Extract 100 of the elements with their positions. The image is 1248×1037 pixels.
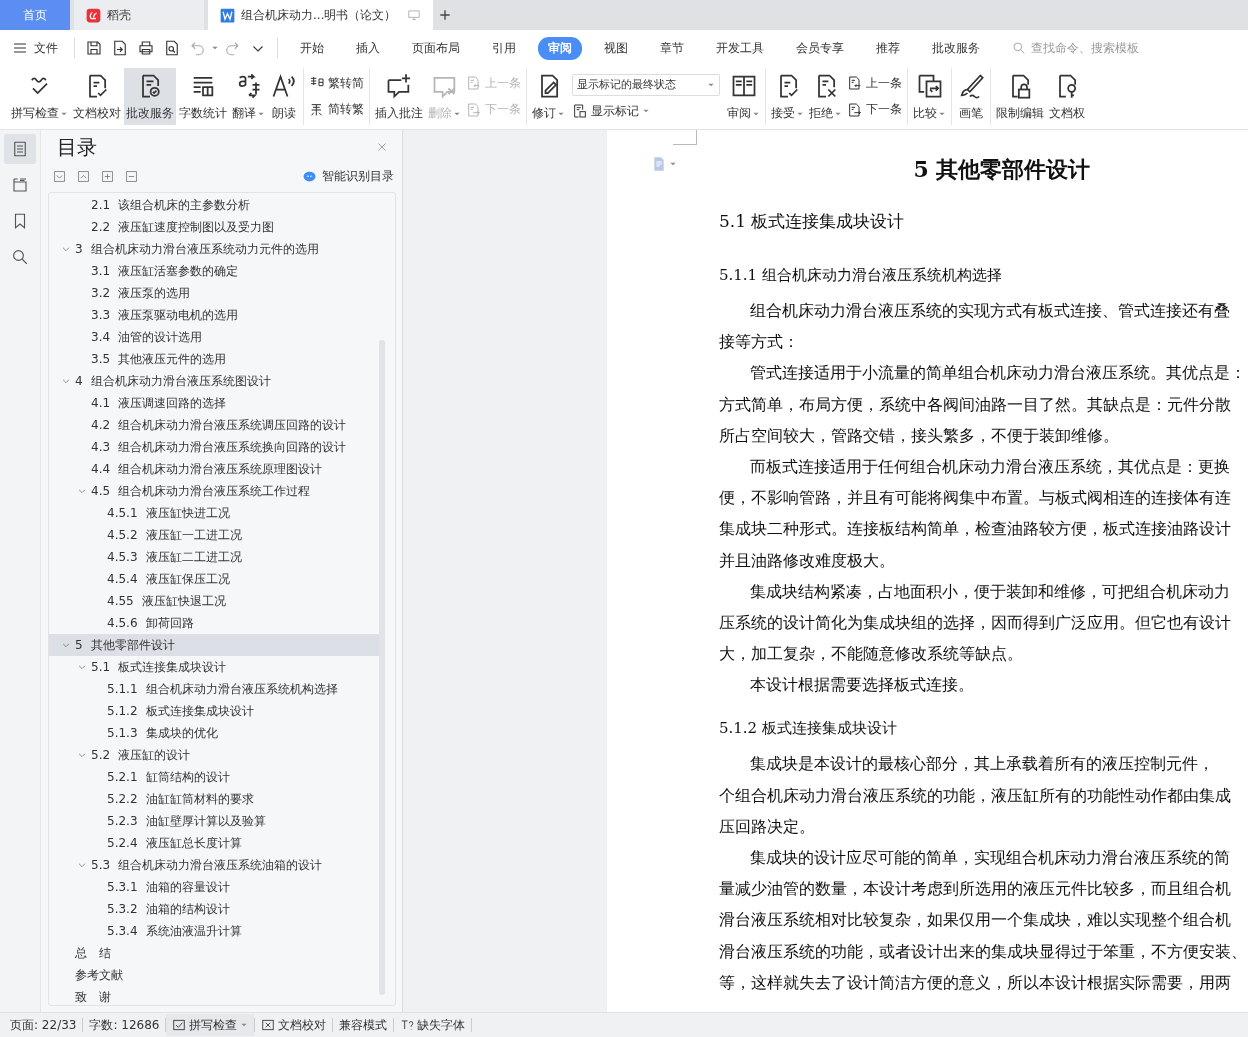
status-button[interactable]: 拼写检查 [166, 1014, 255, 1036]
toc-item[interactable]: 5 其他零部件设计 [49, 634, 379, 656]
toc-item[interactable]: 5.3 组合机床动力滑台液压系统油箱的设计 [49, 854, 379, 876]
ribbon-button[interactable]: 插入批注 [373, 68, 425, 125]
chevron-icon[interactable] [77, 486, 87, 496]
toc-item[interactable]: 5.1 板式连接集成块设计 [49, 656, 379, 678]
toc-item[interactable]: 5.2.3 油缸壁厚计算以及验算 [49, 810, 379, 832]
toc-item[interactable]: 4 组合机床动力滑台液压系统图设计 [49, 370, 379, 392]
chevron-icon[interactable] [61, 244, 71, 254]
chevron-icon[interactable] [77, 750, 87, 760]
toc-item[interactable]: 5.3.2 油箱的结构设计 [49, 898, 379, 920]
scrollbar-thumb[interactable] [379, 340, 385, 995]
redo-icon[interactable] [223, 39, 241, 57]
search-field[interactable]: 查找命令、搜索模板 [1012, 40, 1189, 56]
toc-item[interactable]: 4.2 组合机床动力滑台液压系统调压回路的设计 [49, 414, 379, 436]
expand-icon[interactable] [53, 169, 66, 183]
ribbon-button[interactable]: 朗读 [268, 68, 300, 125]
ribbon-button[interactable]: 显示标记 [572, 103, 720, 120]
toc-item[interactable]: 4.55 液压缸快退工况 [49, 590, 379, 612]
toc-item[interactable]: 4.5 组合机床动力滑台液压系统工作过程 [49, 480, 379, 502]
menu-tab[interactable]: 页面布局 [402, 36, 470, 60]
toc-item[interactable]: 致 谢 [49, 986, 379, 1005]
subsection-heading: 5.1.2 板式连接集成块设计 [719, 718, 898, 740]
chevron-icon[interactable] [77, 662, 87, 672]
toc-item[interactable]: 4.5.2 液压缸一工进工况 [49, 524, 379, 546]
menu-tab[interactable]: 会员专享 [786, 36, 854, 60]
toc-item[interactable]: 3.2 液压泵的选用 [49, 282, 379, 304]
ribbon-button[interactable]: 修订 [530, 68, 567, 125]
toc-item[interactable]: 2.2 液压缸速度控制图以及受力图 [49, 216, 379, 238]
print-preview-icon[interactable] [163, 39, 181, 57]
ribbon-button[interactable]: 字数统计 [177, 68, 229, 125]
menu-tab[interactable]: 推荐 [866, 36, 910, 60]
ribbon-button[interactable]: 画笔 [955, 68, 987, 125]
tab[interactable]: 稻壳 [74, 0, 204, 30]
ribbon-button[interactable]: 翻译 [230, 68, 267, 125]
status-button[interactable]: 缺失字体 [394, 1014, 472, 1036]
menu-tab[interactable]: 章节 [650, 36, 694, 60]
toc-item[interactable]: 5.1.1 组合机床动力滑台液压系统机构选择 [49, 678, 379, 700]
ribbon-button[interactable]: 上一条 [847, 75, 902, 92]
menu-tab[interactable]: 视图 [594, 36, 638, 60]
menu-tab[interactable]: 批改服务 [922, 36, 990, 60]
collapse-icon[interactable] [77, 169, 90, 183]
tab[interactable]: 组合机床动力...明书（论文） [208, 0, 433, 30]
file-menu[interactable]: 文件 [12, 39, 68, 57]
document-icon[interactable] [651, 156, 667, 172]
toc-item[interactable]: 4.5.6 卸荷回路 [49, 612, 379, 634]
toc-item[interactable]: 4.5.3 液压缸二工进工况 [49, 546, 379, 568]
toc-item[interactable]: 总 结 [49, 942, 379, 964]
chevron-icon[interactable] [61, 640, 71, 650]
toc-item[interactable]: 3.3 液压泵驱动电机的选用 [49, 304, 379, 326]
ribbon-button[interactable]: 比较 [911, 68, 948, 125]
toc-item[interactable]: 5.3.4 系统油液温升计算 [49, 920, 379, 942]
new-tab-icon[interactable] [437, 7, 453, 23]
chevron-icon[interactable] [61, 376, 71, 386]
minus-icon[interactable] [125, 169, 138, 183]
toc-item[interactable]: 5.2.2 油缸缸筒材料的要求 [49, 788, 379, 810]
plus-icon[interactable] [101, 169, 114, 183]
smart-toc-button[interactable]: 智能识别目录 [302, 167, 394, 185]
toc-item[interactable]: 4.3 组合机床动力滑台液压系统换向回路的设计 [49, 436, 379, 458]
menu-tab[interactable]: 开发工具 [706, 36, 774, 60]
toc-item[interactable]: 4.1 液压调速回路的选择 [49, 392, 379, 414]
dropdown[interactable]: 显示标记的最终状态 [572, 73, 720, 96]
ribbon-button[interactable]: 拒绝 [807, 68, 844, 125]
menu-tab[interactable]: 引用 [482, 36, 526, 60]
ribbon-button[interactable]: 下一条 [847, 101, 902, 118]
monitor-icon[interactable] [407, 8, 421, 22]
menu-tab[interactable]: 开始 [290, 36, 334, 60]
ribbon-button[interactable]: 简转繁 [309, 101, 364, 118]
toc-item[interactable]: 参考文献 [49, 964, 379, 986]
toc-item[interactable]: 3.4 油管的设计选用 [49, 326, 379, 348]
toc-item[interactable]: 3.5 其他液压元件的选用 [49, 348, 379, 370]
toc-item[interactable]: 4.5.4 液压缸保压工况 [49, 568, 379, 590]
ribbon-button[interactable]: 拼写检查 [9, 68, 70, 125]
toc-item[interactable]: 3 组合机床动力滑台液压系统动力元件的选用 [49, 238, 379, 260]
menu-tab[interactable]: 插入 [346, 36, 390, 60]
rail-button[interactable] [4, 134, 36, 164]
ribbon-button[interactable]: 接受 [769, 68, 806, 125]
toc-item[interactable]: 3.1 液压缸活塞参数的确定 [49, 260, 379, 282]
toc-item[interactable]: 5.2 液压缸的设计 [49, 744, 379, 766]
toc-item[interactable]: 5.1.3 集成块的优化 [49, 722, 379, 744]
toc-item[interactable]: 4.5.1 液压缸快进工况 [49, 502, 379, 524]
toc-item[interactable]: 4.4 组合机床动力滑台液压系统原理图设计 [49, 458, 379, 480]
undo-icon[interactable] [189, 39, 207, 57]
toc-item[interactable]: 2.1 该组合机床的主参数分析 [49, 194, 379, 216]
ribbon-button[interactable]: 繁转简 [309, 75, 364, 92]
close-icon[interactable] [376, 141, 388, 153]
status-button[interactable]: 文档校对 [255, 1014, 333, 1036]
toc-item[interactable]: 5.2.4 液压缸总长度计算 [49, 832, 379, 854]
ribbon-button[interactable]: 批改服务 [124, 68, 176, 125]
save-icon[interactable] [85, 39, 103, 57]
toc-item[interactable]: 5.1.2 板式连接集成块设计 [49, 700, 379, 722]
ribbon-button[interactable]: 限制编辑 [994, 68, 1046, 125]
ribbon-button[interactable]: 文档校对 [71, 68, 123, 125]
toc-item[interactable]: 5.2.1 缸筒结构的设计 [49, 766, 379, 788]
print-icon[interactable] [137, 39, 155, 57]
export-icon[interactable] [111, 39, 129, 57]
toc-item[interactable]: 5.3.1 油箱的容量设计 [49, 876, 379, 898]
ribbon-button[interactable]: 审阅 [725, 68, 762, 125]
chevron-icon[interactable] [77, 860, 87, 870]
ribbon-button[interactable]: 文档权 [1047, 68, 1087, 125]
